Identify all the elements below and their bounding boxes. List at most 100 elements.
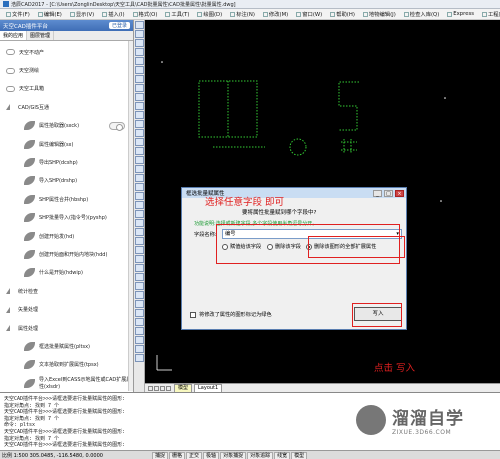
tab-nav-last[interactable]	[166, 385, 171, 391]
toolbar-button[interactable]	[135, 111, 144, 119]
menu-item[interactable]: 窗口(W)	[292, 9, 326, 19]
toolbar-button[interactable]	[135, 327, 144, 335]
toolbar-button[interactable]	[135, 354, 144, 362]
sidebar-item[interactable]: 统计检查	[0, 282, 133, 300]
tab-nav-prev[interactable]	[154, 385, 159, 391]
status-toggle-button[interactable]: 模型	[291, 451, 308, 459]
sidebar-item[interactable]: 导入Excel到CASS示地属性或CAD扩展属性(xlsdr)	[0, 374, 133, 392]
toolbar-button[interactable]	[135, 120, 144, 128]
sidebar-item[interactable]: 属性编辑器(sx)	[0, 135, 133, 153]
toolbar-button[interactable]	[135, 39, 144, 47]
plugin-sidebar: 天空CAD插件平台 已登录 我的应用 图层管理 天空不动产 天空测绘 天空工具箱 CA…	[0, 20, 134, 392]
toolbar-button[interactable]	[135, 30, 144, 38]
menu-item-label: 工程应用(X)	[487, 12, 500, 18]
menu-item[interactable]: 地物编辑(J)	[359, 9, 400, 19]
sidebar-item[interactable]: 导出SHP(dcshp)	[0, 153, 133, 171]
toolbar-button[interactable]	[135, 318, 144, 326]
toolbar-button[interactable]	[135, 192, 144, 200]
toolbar-button[interactable]	[135, 228, 144, 236]
toolbar-button[interactable]	[135, 201, 144, 209]
menu-item[interactable]: 文件(F)	[2, 9, 34, 19]
toggle-switch[interactable]	[109, 121, 125, 131]
toolbar-button[interactable]	[135, 66, 144, 74]
toolbar-button[interactable]	[135, 237, 144, 245]
toolbar-button[interactable]	[135, 210, 144, 218]
menu-item[interactable]: 检查入库(Q)	[400, 9, 444, 19]
toolbar-button[interactable]	[135, 264, 144, 272]
close-button[interactable]: ×	[395, 189, 404, 197]
menu-item-label: 工具(T)	[171, 12, 190, 18]
toolbar-button[interactable]	[135, 75, 144, 83]
toolbar-button[interactable]	[135, 174, 144, 182]
sidebar-item[interactable]: 导入SHP(drshp)	[0, 172, 133, 190]
status-bar: 比例 1:500 305.0485, -116.5480, 0.0000 捕捉栅…	[0, 450, 500, 459]
toolbar-button[interactable]	[135, 84, 144, 92]
menu-item[interactable]: 修改(M)	[259, 9, 292, 19]
status-toggle-button[interactable]: 捕捉	[152, 451, 169, 459]
menu-item[interactable]: 帮助(H)	[326, 9, 359, 19]
toolbar-button[interactable]	[135, 147, 144, 155]
maximize-button[interactable]: □	[384, 189, 393, 197]
tab-nav-next[interactable]	[160, 385, 165, 391]
sidebar-item[interactable]: 什么是开始(hdwip)	[0, 264, 133, 282]
menu-item[interactable]: 工具(T)	[161, 9, 193, 19]
toolbar-button[interactable]	[135, 255, 144, 263]
toolbar-button[interactable]	[135, 282, 144, 290]
toolbar-button[interactable]	[135, 156, 144, 164]
toolbar-button[interactable]	[135, 291, 144, 299]
toolbar-button[interactable]	[135, 309, 144, 317]
toolbar-button[interactable]	[135, 183, 144, 191]
status-toggle-button[interactable]: 对象追踪	[247, 451, 274, 459]
toolbar-button[interactable]	[135, 336, 144, 344]
menu-item[interactable]: 工程应用(X)	[478, 9, 500, 19]
mark-green-checkbox[interactable]	[190, 311, 196, 318]
toolbar-button[interactable]	[135, 273, 144, 281]
sidebar-item[interactable]: 属性处理	[0, 319, 133, 337]
toolbar-button[interactable]	[135, 219, 144, 227]
toolbar-button[interactable]	[135, 165, 144, 173]
menu-item[interactable]: 格式(O)	[129, 9, 162, 19]
menu-item[interactable]: 标注(N)	[226, 9, 259, 19]
sidebar-item[interactable]: 矢量处理	[0, 300, 133, 318]
status-toggle-button[interactable]: 极轴	[203, 451, 220, 459]
toolbar-button[interactable]	[135, 246, 144, 254]
menu-item[interactable]: Express	[443, 9, 478, 19]
sidebar-item[interactable]: 天空不动产	[0, 43, 133, 61]
tab-layer-manager[interactable]: 图层管理	[27, 31, 55, 40]
mark-green-checkbox-row[interactable]: 将修改了属性的图形标记为绿色	[190, 311, 272, 318]
sidebar-item[interactable]: 创建开始发(hd)	[0, 227, 133, 245]
sidebar-item[interactable]: 文本拾取到扩展属性(tpsx)	[0, 356, 133, 374]
tab-nav-first[interactable]	[148, 385, 153, 391]
menu-item[interactable]: 插入(I)	[98, 9, 128, 19]
sidebar-item[interactable]: 框选批量赋属性(pltsx)	[0, 337, 133, 355]
status-toggle-button[interactable]: 线宽	[274, 451, 291, 459]
toolbar-button[interactable]	[135, 345, 144, 353]
status-toggle-button[interactable]: 对象捕捉	[220, 451, 247, 459]
toolbar-button[interactable]	[135, 21, 144, 29]
minimize-button[interactable]: _	[373, 189, 382, 197]
toolbar-button[interactable]	[135, 93, 144, 101]
sidebar-item[interactable]: 创建开始面和开始内地块(hdd)	[0, 245, 133, 263]
sidebar-scrollbar[interactable]	[128, 41, 133, 391]
sidebar-item-label: 统计检查	[18, 288, 39, 295]
toolbar-button[interactable]	[135, 138, 144, 146]
login-button[interactable]: 已登录	[108, 22, 130, 29]
sidebar-item[interactable]: CAD/GIS互通	[0, 98, 133, 116]
menu-item[interactable]: 编辑(E)	[34, 9, 66, 19]
toolbar-button[interactable]	[135, 102, 144, 110]
sidebar-item[interactable]: 天空测绘	[0, 61, 133, 79]
status-toggle-button[interactable]: 正交	[186, 451, 203, 459]
sidebar-item[interactable]: SHP属性合并(hbshp)	[0, 190, 133, 208]
toolbar-button[interactable]	[135, 300, 144, 308]
menu-item[interactable]: 绘图(D)	[193, 9, 226, 19]
sidebar-item-label: 属性处理	[18, 325, 39, 332]
toolbar-button[interactable]	[135, 129, 144, 137]
sidebar-item[interactable]: SHP批量导入(指令号)(pyshp)	[0, 209, 133, 227]
status-toggle-button[interactable]: 栅格	[169, 451, 186, 459]
menu-item[interactable]: 显示(V)	[66, 9, 98, 19]
tab-my-apps[interactable]: 我的应用	[0, 31, 28, 40]
sidebar-item[interactable]: 属性拾取器(sxck)	[0, 117, 133, 135]
toolbar-button[interactable]	[135, 57, 144, 65]
sidebar-item[interactable]: 天空工具箱	[0, 80, 133, 98]
toolbar-button[interactable]	[135, 48, 144, 56]
